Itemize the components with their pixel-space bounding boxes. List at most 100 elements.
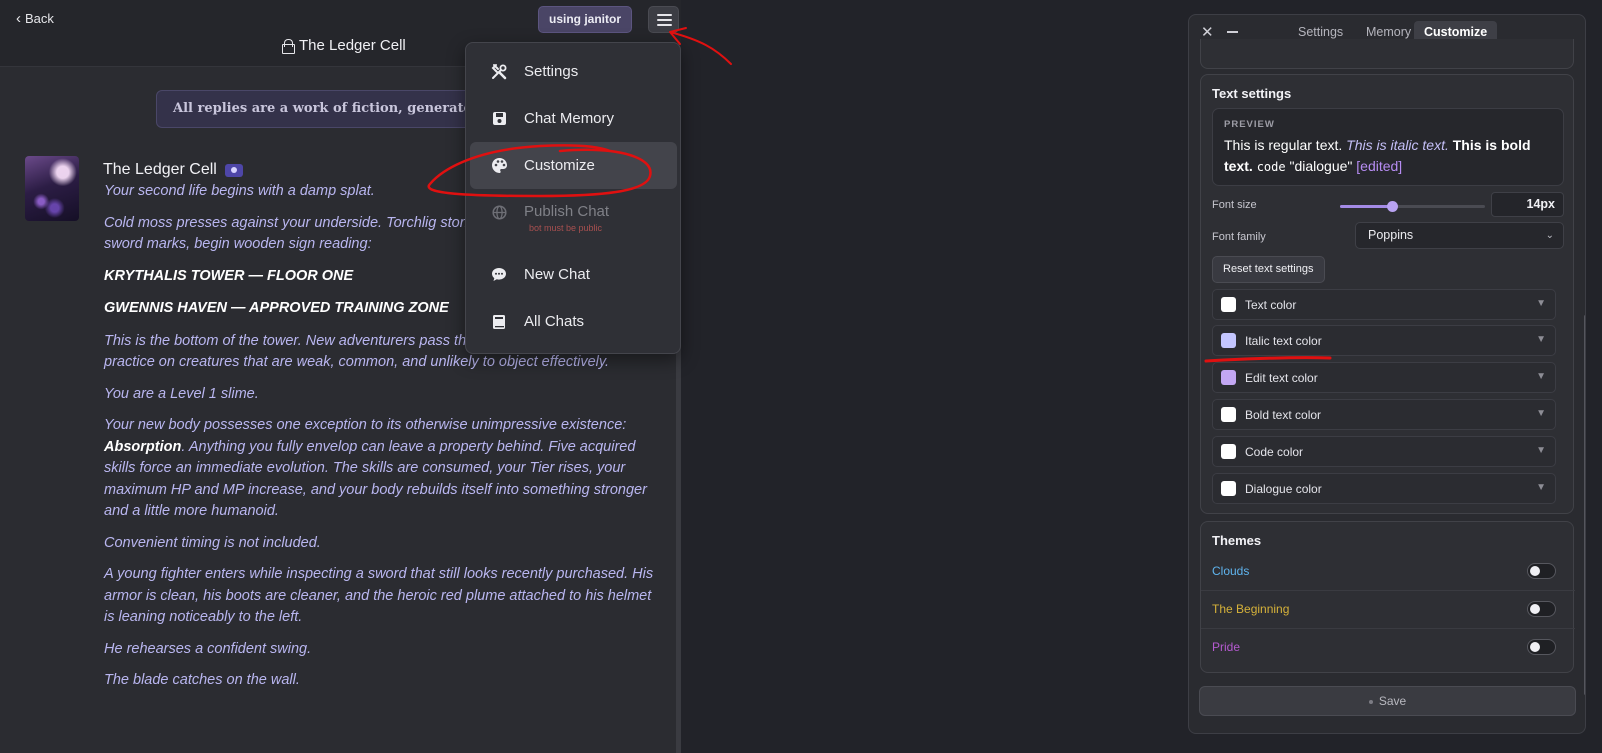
theme-row-pride: Pride [1201, 629, 1575, 667]
minimize-icon[interactable] [1227, 31, 1238, 33]
book-icon [490, 313, 508, 331]
preview-text: This is regular text. This is italic tex… [1224, 135, 1558, 178]
hamburger-line [657, 19, 672, 21]
message-paragraph: Your new body possesses one exception to… [104, 417, 647, 519]
theme-toggle-clouds[interactable] [1527, 563, 1556, 579]
chat-options-menu: Settings Chat Memory Customize Publish C… [465, 42, 681, 354]
save-icon [490, 110, 508, 128]
menu-item-publish-chat[interactable]: Publish Chat bot must be public [470, 189, 677, 245]
menu-item-settings[interactable]: Settings [470, 48, 677, 95]
character-name-text: The Ledger Cell [103, 161, 217, 178]
save-label: Save [1378, 694, 1407, 708]
chat-title: The Ledger Cell [282, 37, 406, 54]
caret-down-icon: ▼ [1536, 445, 1546, 456]
menu-item-chat-memory[interactable]: Chat Memory [470, 95, 677, 142]
message-paragraph: The blade catches on the wall. [104, 672, 300, 688]
edit-text-color-row[interactable]: Edit text color ▼ [1212, 362, 1556, 393]
menu-item-label: Customize [524, 157, 595, 174]
color-label: Code color [1245, 445, 1304, 459]
themes-title: Themes [1212, 533, 1262, 548]
panel-scrollbar[interactable] [1584, 315, 1585, 695]
menu-item-label: Chat Memory [524, 110, 615, 127]
color-label: Text color [1245, 298, 1297, 312]
customize-panel: ✕ Settings Memory Customize Text setting… [1188, 14, 1586, 734]
message-paragraph: You are a Level 1 slime. [104, 385, 259, 402]
character-name: The Ledger Cell [103, 161, 243, 179]
caret-down-icon: ▼ [1536, 482, 1546, 493]
menu-item-label: Settings [524, 63, 579, 80]
caret-down-icon: ▼ [1536, 298, 1546, 309]
text-preview: PREVIEW This is regular text. This is it… [1212, 108, 1564, 186]
back-link[interactable]: ‹ Back [16, 11, 54, 26]
color-label: Italic text color [1245, 334, 1322, 348]
hamburger-menu-button[interactable] [648, 6, 679, 33]
character-badge-icon [224, 163, 243, 177]
font-family-value: Poppins [1368, 228, 1414, 242]
color-label: Bold text color [1245, 408, 1322, 422]
previous-settings-card [1200, 39, 1574, 69]
chevron-down-icon: ⌄ [1545, 230, 1554, 241]
save-button[interactable]: Save [1199, 686, 1576, 716]
text-color-row[interactable]: Text color ▼ [1212, 289, 1556, 320]
bold-text-color-swatch[interactable] [1221, 407, 1236, 422]
text-color-swatch[interactable] [1221, 297, 1236, 312]
globe-icon [490, 203, 508, 221]
message-paragraph: He rehearses a confident swing. [104, 640, 312, 657]
preview-regular: This is regular text. [1224, 137, 1343, 153]
back-label: Back [25, 11, 54, 26]
theme-row-clouds: Clouds [1201, 553, 1575, 591]
theme-row-the-beginning: The Beginning [1201, 591, 1575, 629]
menu-item-label: All Chats [524, 313, 585, 330]
preview-edited: [edited] [1356, 158, 1403, 174]
chat-bubble-icon [490, 266, 508, 284]
font-size-slider[interactable] [1340, 201, 1485, 212]
font-size-slider-fill [1340, 205, 1393, 208]
menu-item-customize[interactable]: Customize [470, 142, 677, 189]
font-family-label: Font family [1212, 231, 1266, 243]
font-family-select[interactable]: Poppins ⌄ [1355, 222, 1564, 249]
font-size-label: Font size [1212, 199, 1257, 211]
themes-card: Themes Clouds The Beginning Pride [1200, 521, 1575, 673]
color-label: Edit text color [1245, 371, 1318, 385]
reset-text-settings-button[interactable]: Reset text settings [1212, 256, 1325, 283]
dialogue-color-swatch[interactable] [1221, 481, 1236, 496]
palette-icon [490, 157, 508, 175]
theme-toggle-the-beginning[interactable] [1527, 601, 1556, 617]
menu-item-label: Publish Chat [524, 203, 610, 220]
font-size-input[interactable]: 14px [1491, 192, 1564, 217]
caret-down-icon: ▼ [1536, 334, 1546, 345]
code-color-swatch[interactable] [1221, 444, 1236, 459]
italic-text-color-row[interactable]: Italic text color ▼ [1212, 325, 1556, 356]
theme-label: Pride [1212, 640, 1241, 654]
menu-item-label: New Chat [524, 266, 590, 283]
fiction-disclaimer-banner: All replies are a work of fiction, gener… [156, 90, 476, 128]
preview-code: code [1256, 160, 1286, 174]
theme-label: Clouds [1212, 564, 1250, 578]
italic-text-color-swatch[interactable] [1221, 333, 1236, 348]
bold-text-color-row[interactable]: Bold text color ▼ [1212, 399, 1556, 430]
chevron-left-icon: ‹ [16, 10, 21, 27]
status-dot-icon [1368, 699, 1373, 704]
theme-label: The Beginning [1212, 602, 1290, 616]
message-paragraph: A young fighter enters while inspecting … [104, 566, 654, 625]
menu-item-all-chats[interactable]: All Chats [470, 298, 677, 345]
tools-icon [490, 63, 508, 81]
lock-icon [282, 39, 295, 54]
font-size-slider-handle[interactable] [1387, 201, 1399, 212]
character-avatar[interactable] [25, 156, 79, 221]
using-janitor-button[interactable]: using janitor [538, 6, 632, 33]
caret-down-icon: ▼ [1536, 408, 1546, 419]
edit-text-color-swatch[interactable] [1221, 370, 1236, 385]
preview-italic: This is italic text. [1346, 137, 1449, 153]
preview-label: PREVIEW [1224, 119, 1275, 130]
theme-toggle-pride[interactable] [1527, 639, 1556, 655]
message-paragraph: Convenient timing is not included. [104, 534, 321, 551]
preview-dialogue: "dialogue" [1289, 158, 1353, 174]
color-label: Dialogue color [1245, 482, 1322, 496]
menu-item-new-chat[interactable]: New Chat [470, 251, 677, 298]
caret-down-icon: ▼ [1536, 371, 1546, 382]
chat-title-text: The Ledger Cell [299, 37, 406, 54]
dialogue-color-row[interactable]: Dialogue color ▼ [1212, 473, 1556, 504]
hamburger-line [657, 24, 672, 26]
code-color-row[interactable]: Code color ▼ [1212, 436, 1556, 467]
